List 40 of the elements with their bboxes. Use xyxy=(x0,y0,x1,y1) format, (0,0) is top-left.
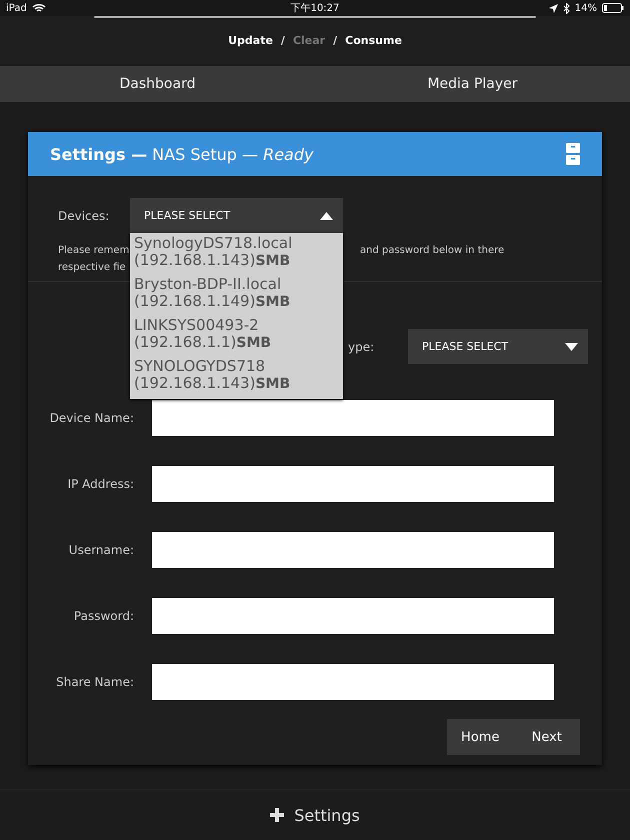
device-option[interactable]: SYNOLOGYDS718 (192.168.1.143)SMB xyxy=(130,356,343,397)
wifi-icon xyxy=(32,3,46,13)
nav-tab[interactable]: Media Player xyxy=(315,66,630,102)
location-icon xyxy=(548,4,558,12)
action-link[interactable]: Consume xyxy=(345,34,402,47)
input-field[interactable] xyxy=(152,598,554,634)
action-link[interactable]: Update xyxy=(228,34,273,47)
input-field[interactable] xyxy=(152,664,554,700)
field-label: Share Name: xyxy=(55,675,135,689)
field-label: Device Name: xyxy=(48,411,135,425)
bluetooth-icon xyxy=(562,2,570,14)
note-text: and password below in there xyxy=(360,244,506,258)
field-label: IP Address: xyxy=(66,477,135,491)
battery-icon xyxy=(602,3,624,13)
type-select[interactable]: PLEASE SELECT xyxy=(408,329,588,364)
device-option[interactable]: Bryston-BDP-II.local (192.168.1.149)SMB xyxy=(130,274,343,315)
nav-tab[interactable]: Dashboard xyxy=(0,66,315,102)
caret-icon xyxy=(320,212,333,220)
settings-button[interactable]: Settings xyxy=(264,804,366,826)
input-field[interactable] xyxy=(152,466,554,502)
device-name: iPad xyxy=(6,2,27,14)
field-label: Username: xyxy=(68,543,135,557)
separator: / xyxy=(280,34,285,47)
field-label: Password: xyxy=(72,609,135,623)
nav-button[interactable]: Home xyxy=(447,719,514,755)
clock-time: 下午10:27 xyxy=(290,2,340,15)
nav-button[interactable]: Next xyxy=(514,719,580,755)
battery-percent: 14% xyxy=(574,2,597,14)
device-option[interactable]: SynologyDS718.local (192.168.1.143)SMB xyxy=(130,233,343,274)
drawer-icon[interactable] xyxy=(566,143,580,165)
caret-icon xyxy=(565,342,578,350)
plus-icon xyxy=(270,808,284,822)
input-field[interactable] xyxy=(152,532,554,568)
input-field[interactable] xyxy=(152,400,554,436)
card-title: Settings — NAS Setup — Ready xyxy=(50,144,314,164)
devices-select[interactable]: PLEASE SELECT xyxy=(130,198,343,233)
device-option[interactable]: LINKSYS00493-2 (192.168.1.1)SMB xyxy=(130,315,343,356)
devices-label: Devices: xyxy=(58,208,110,222)
separator: / xyxy=(333,34,338,47)
type-label: ype: xyxy=(348,340,376,354)
